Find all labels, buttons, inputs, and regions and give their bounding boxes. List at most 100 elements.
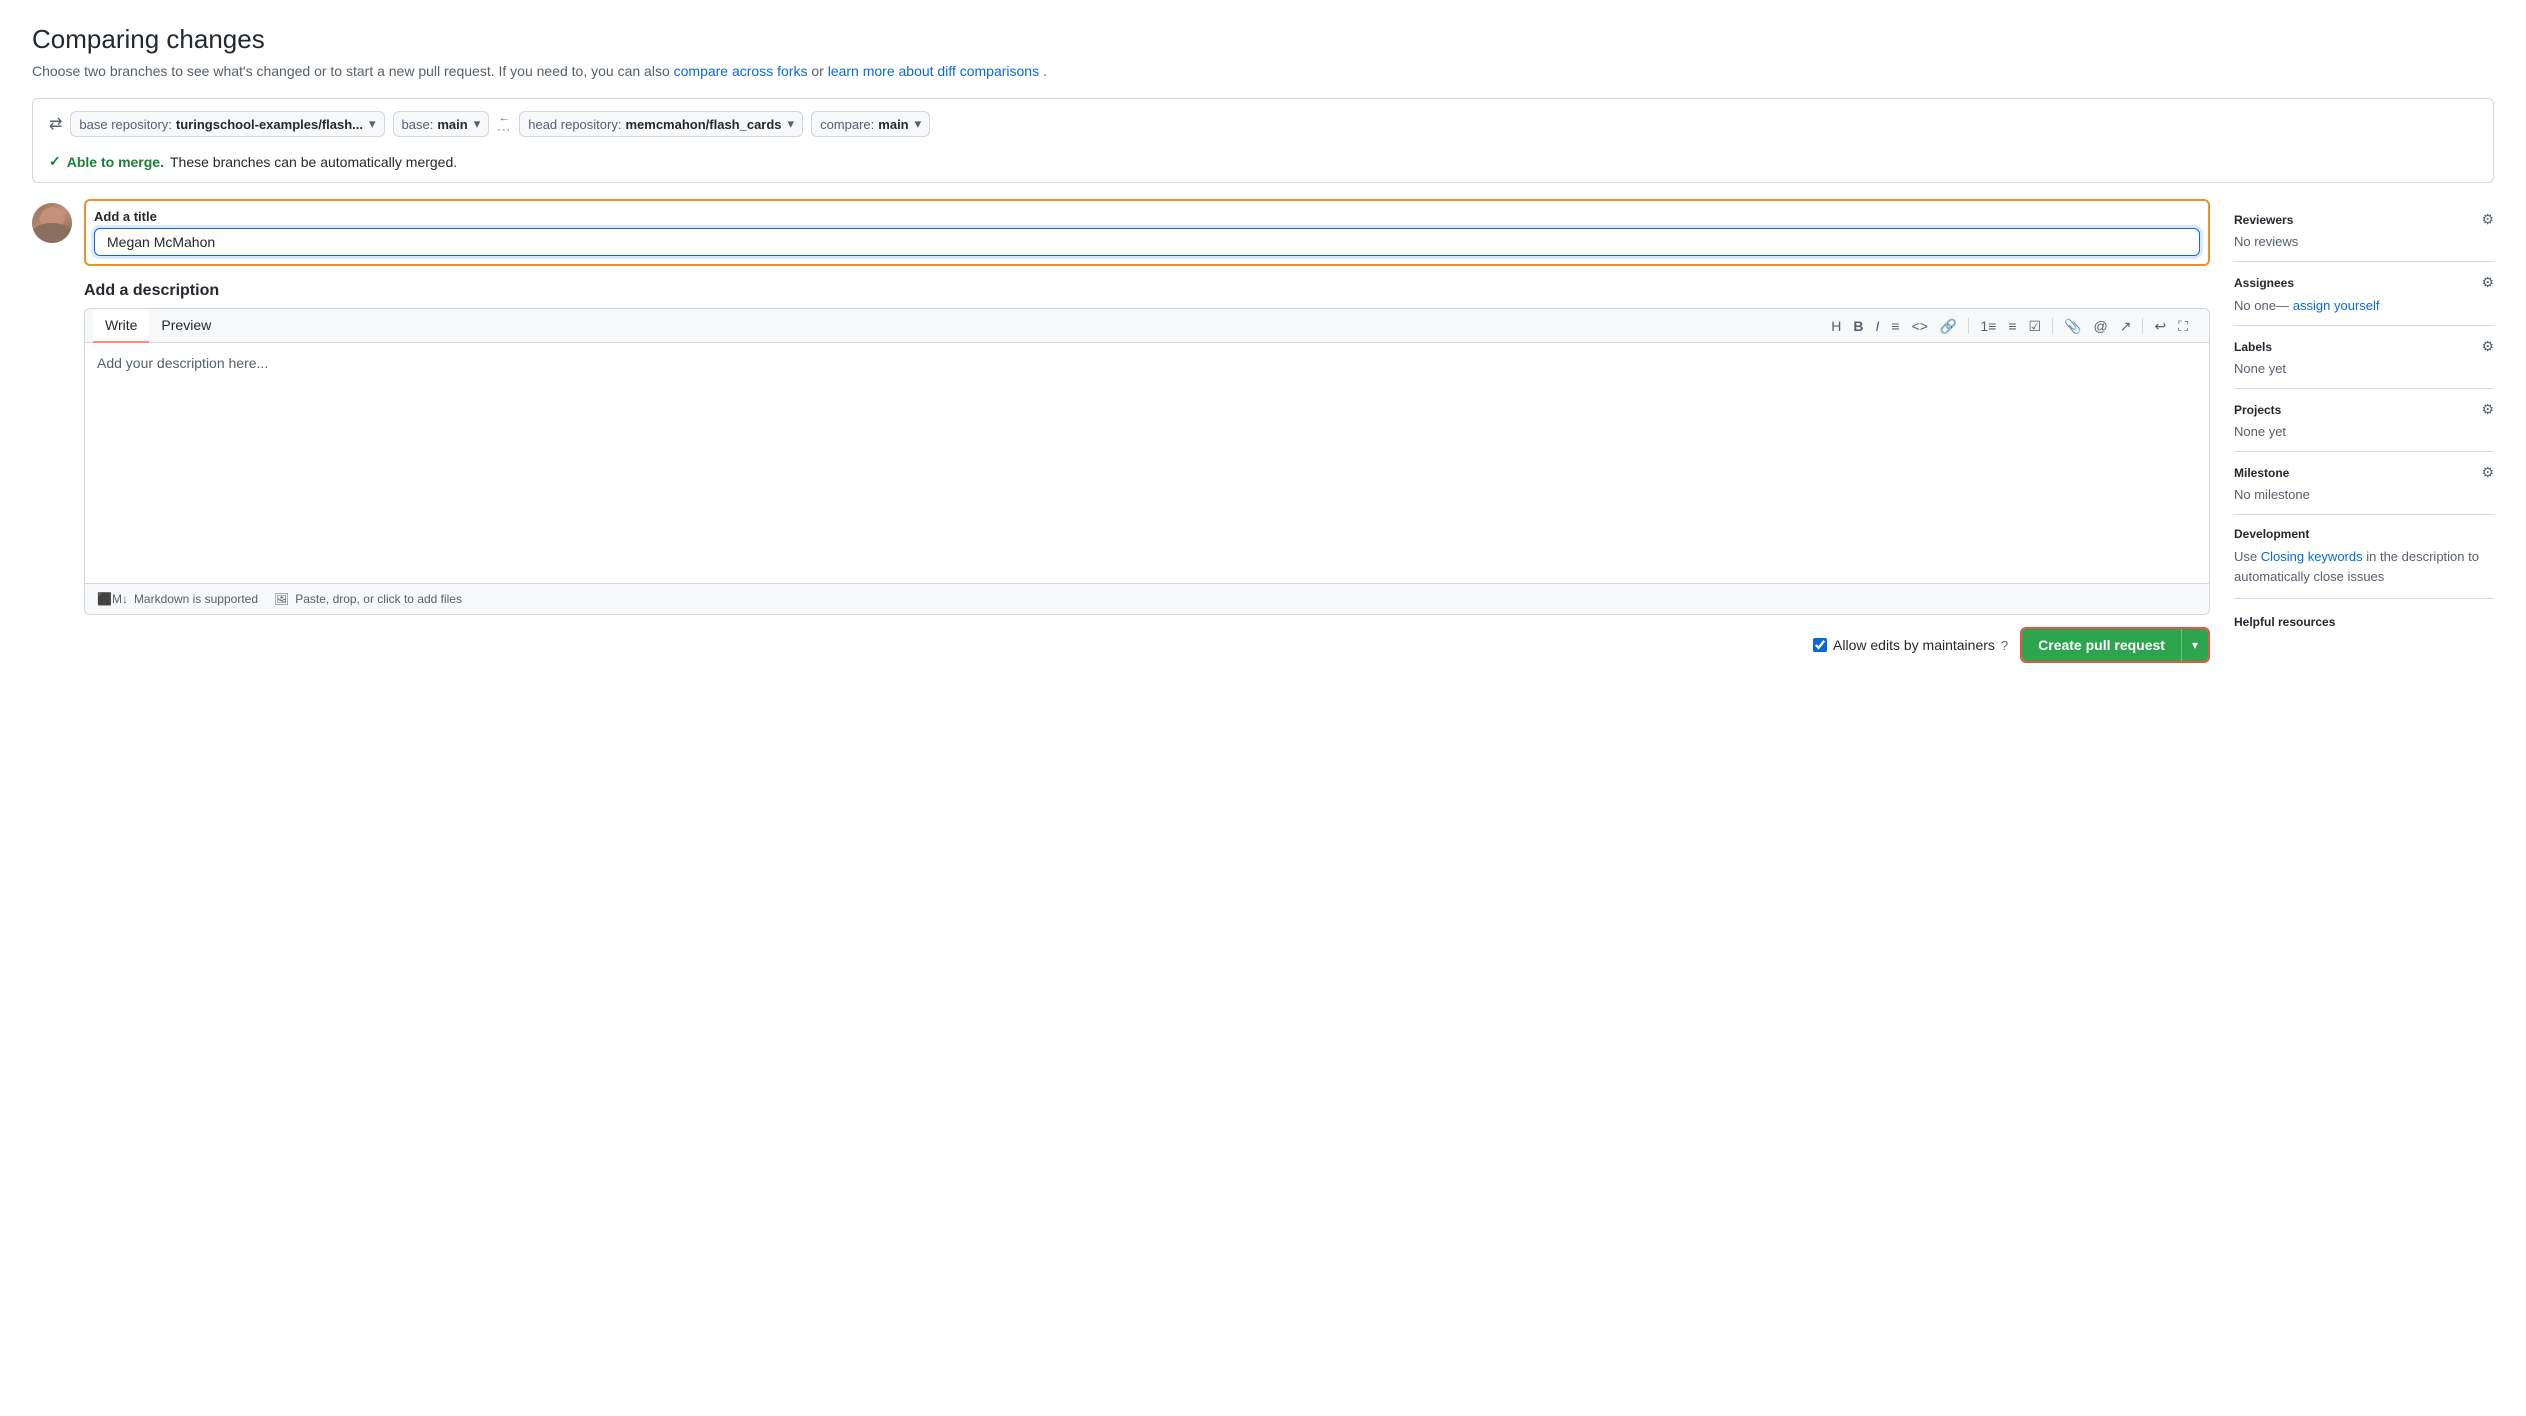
- milestone-gear-icon[interactable]: ⚙: [2481, 464, 2494, 481]
- toolbar-divider-1: [1968, 318, 1969, 334]
- markdown-supported: ⬛M↓ Markdown is supported: [97, 592, 258, 606]
- development-section: Development Use Closing keywords in the …: [2234, 515, 2494, 599]
- help-icon[interactable]: ?: [2001, 638, 2008, 653]
- projects-value: None yet: [2234, 424, 2494, 439]
- page-title: Comparing changes: [32, 24, 2494, 55]
- merge-status: ✓ Able to merge. These branches can be a…: [49, 153, 2477, 170]
- switch-direction[interactable]: ← ···: [497, 112, 511, 136]
- form-with-avatar: Add a title Add a description Write Prev…: [32, 199, 2210, 663]
- create-pr-dropdown-arrow[interactable]: ▾: [2181, 629, 2208, 661]
- head-repo-chevron: ▾: [788, 116, 795, 132]
- development-text: Use Closing keywords in the description …: [2234, 547, 2494, 586]
- compare-across-forks-link[interactable]: compare across forks: [674, 63, 808, 79]
- milestone-section: Milestone ⚙ No milestone: [2234, 452, 2494, 515]
- markdown-icon: ⬛M↓: [97, 592, 128, 606]
- base-value: main: [437, 117, 467, 132]
- toolbar-link-btn[interactable]: 🔗: [1935, 315, 1962, 337]
- milestone-title: Milestone: [2234, 466, 2289, 480]
- base-repo-select[interactable]: base repository: turingschool-examples/f…: [70, 111, 384, 137]
- toolbar-mention-btn[interactable]: @: [2089, 315, 2113, 337]
- helpful-resources-title: Helpful resources: [2234, 615, 2494, 629]
- subtitle-text-after: .: [1043, 63, 1047, 79]
- page-header: Comparing changes Choose two branches to…: [32, 24, 2494, 82]
- labels-title: Labels: [2234, 340, 2272, 354]
- assignees-gear-icon[interactable]: ⚙: [2481, 274, 2494, 291]
- labels-gear-icon[interactable]: ⚙: [2481, 338, 2494, 355]
- editor-toolbar: H B I ≡ <> 🔗 1≡ ≡ ☑ 📎 @: [1818, 311, 2201, 341]
- create-pr-button-group[interactable]: Create pull request ▾: [2020, 627, 2210, 663]
- toolbar-fullscreen-btn[interactable]: ⛶: [2173, 315, 2193, 337]
- form-content: Add a title Add a description Write Prev…: [84, 199, 2210, 663]
- base-chevron: ▾: [474, 116, 481, 132]
- write-tab[interactable]: Write: [93, 309, 149, 343]
- editor-container: Write Preview H B I ≡ <> 🔗 1≡ ≡ ☑: [84, 308, 2210, 615]
- base-branch-select[interactable]: base: main ▾: [393, 111, 490, 137]
- learn-more-link[interactable]: learn more about diff comparisons: [828, 63, 1039, 79]
- reviewers-header: Reviewers ⚙: [2234, 211, 2494, 228]
- compare-branch-select[interactable]: compare: main ▾: [811, 111, 930, 137]
- form-area: Add a title Add a description Write Prev…: [32, 199, 2210, 663]
- reviewers-value: No reviews: [2234, 234, 2494, 249]
- projects-gear-icon[interactable]: ⚙: [2481, 401, 2494, 418]
- toolbar-attach-btn[interactable]: 📎: [2059, 315, 2086, 337]
- toolbar-italic-btn[interactable]: I: [1871, 315, 1885, 337]
- head-repo-select[interactable]: head repository: memcmahon/flash_cards ▾: [519, 111, 803, 137]
- paste-label: Paste, drop, or click to add files: [295, 592, 462, 606]
- allow-edits-label[interactable]: Allow edits by maintainers ?: [1813, 637, 2008, 653]
- allow-edits-checkbox[interactable]: [1813, 638, 1827, 652]
- subtitle-text-before: Choose two branches to see what's change…: [32, 63, 674, 79]
- base-label: base:: [402, 117, 434, 132]
- compare-label: compare:: [820, 117, 874, 132]
- editor-body[interactable]: Add your description here...: [85, 343, 2209, 583]
- toolbar-quote-btn[interactable]: ≡: [1886, 315, 1904, 337]
- image-icon: 🖼: [274, 592, 289, 606]
- closing-keywords-link[interactable]: Closing keywords: [2261, 549, 2363, 564]
- assign-yourself-link[interactable]: assign yourself: [2293, 298, 2380, 313]
- merge-check-icon: ✓: [49, 153, 61, 170]
- compare-arrows-icon: ⇄: [49, 114, 62, 134]
- assignees-header: Assignees ⚙: [2234, 274, 2494, 291]
- switch-dots: ···: [497, 124, 511, 136]
- sidebar: Reviewers ⚙ No reviews Assignees ⚙ No on…: [2234, 199, 2494, 641]
- toolbar-reference-btn[interactable]: ↗: [2115, 315, 2137, 337]
- projects-header: Projects ⚙: [2234, 401, 2494, 418]
- toolbar-task-list-btn[interactable]: ☑: [2024, 315, 2047, 337]
- description-placeholder: Add your description here...: [97, 355, 268, 371]
- switch-arrow: ←: [499, 112, 510, 124]
- toolbar-divider-2: [2052, 318, 2053, 334]
- development-header: Development: [2234, 527, 2494, 541]
- branch-bar: ⇄ base repository: turingschool-examples…: [32, 98, 2494, 183]
- bold-icon: B: [1853, 318, 1863, 334]
- create-pull-request-button[interactable]: Create pull request: [2022, 629, 2181, 661]
- paste-drop-area[interactable]: 🖼 Paste, drop, or click to add files: [274, 592, 462, 606]
- toolbar-unordered-list-btn[interactable]: ≡: [2003, 315, 2021, 337]
- page-subtitle: Choose two branches to see what's change…: [32, 61, 2494, 82]
- development-title: Development: [2234, 527, 2309, 541]
- head-repo-label: head repository:: [528, 117, 621, 132]
- form-actions: Allow edits by maintainers ? Create pull…: [84, 627, 2210, 663]
- toolbar-undo-btn[interactable]: ↩: [2149, 315, 2171, 337]
- reviewers-gear-icon[interactable]: ⚙: [2481, 211, 2494, 228]
- base-repo-chevron: ▾: [369, 116, 376, 132]
- assignees-text: No one—: [2234, 298, 2289, 313]
- labels-header: Labels ⚙: [2234, 338, 2494, 355]
- assignees-title: Assignees: [2234, 276, 2294, 290]
- toolbar-numbered-list-btn[interactable]: 1≡: [1975, 315, 2001, 337]
- title-container: Add a title: [84, 199, 2210, 266]
- labels-section: Labels ⚙ None yet: [2234, 326, 2494, 389]
- merge-message-text: These branches can be automatically merg…: [170, 154, 457, 170]
- projects-section: Projects ⚙ None yet: [2234, 389, 2494, 452]
- toolbar-code-btn[interactable]: <>: [1907, 315, 1933, 337]
- toolbar-bold-btn[interactable]: B: [1848, 315, 1868, 337]
- compare-value: main: [878, 117, 908, 132]
- editor-tabs: Write Preview H B I ≡ <> 🔗 1≡ ≡ ☑: [85, 309, 2209, 343]
- helpful-resources-section: Helpful resources: [2234, 599, 2494, 641]
- description-label: Add a description: [84, 282, 2210, 300]
- toolbar-heading-btn[interactable]: H: [1826, 315, 1846, 337]
- base-repo-label: base repository:: [79, 117, 172, 132]
- title-input[interactable]: [94, 228, 2200, 256]
- user-avatar: [32, 203, 72, 243]
- editor-footer: ⬛M↓ Markdown is supported 🖼 Paste, drop,…: [85, 583, 2209, 614]
- preview-tab[interactable]: Preview: [149, 309, 223, 343]
- italic-icon: I: [1876, 318, 1880, 334]
